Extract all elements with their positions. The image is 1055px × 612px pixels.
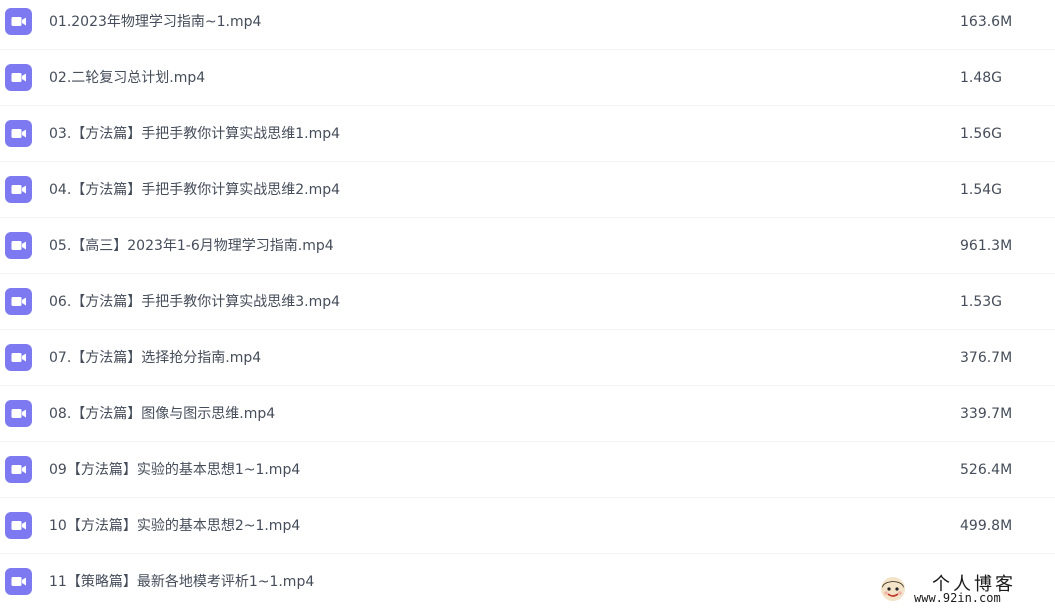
video-icon <box>5 64 32 91</box>
file-name[interactable]: 01.2023年物理学习指南~1.mp4 <box>49 0 261 50</box>
file-row[interactable]: 09【方法篇】实验的基本思想1~1.mp4 526.4M <box>0 442 1055 498</box>
file-row[interactable]: 02.二轮复习总计划.mp4 1.48G <box>0 50 1055 106</box>
watermark: 个人博客 www.92in.com <box>876 570 1046 610</box>
video-icon <box>5 176 32 203</box>
video-icon <box>5 512 32 539</box>
file-size: 163.6M <box>960 14 1013 30</box>
file-name[interactable]: 05.【高三】2023年1-6月物理学习指南.mp4 <box>49 218 334 274</box>
file-name[interactable]: 10【方法篇】实验的基本思想2~1.mp4 <box>49 498 300 554</box>
file-row[interactable]: 05.【高三】2023年1-6月物理学习指南.mp4 961.3M <box>0 218 1055 274</box>
video-icon <box>5 456 32 483</box>
file-name[interactable]: 02.二轮复习总计划.mp4 <box>49 50 205 106</box>
file-size: 376.7M <box>960 350 1013 366</box>
video-icon <box>5 120 32 147</box>
file-row[interactable]: 06.【方法篇】手把手教你计算实战思维3.mp4 1.53G <box>0 274 1055 330</box>
file-row[interactable]: 01.2023年物理学习指南~1.mp4 163.6M <box>0 0 1055 50</box>
video-icon <box>5 344 32 371</box>
file-row[interactable]: 03.【方法篇】手把手教你计算实战思维1.mp4 1.56G <box>0 106 1055 162</box>
file-list: 01.2023年物理学习指南~1.mp4 163.6M 02.二轮复习总计划.mp4… <box>0 0 1055 610</box>
file-size: 1.53G <box>960 294 1003 310</box>
video-icon <box>5 232 32 259</box>
file-size: 1.56G <box>960 126 1003 142</box>
file-name[interactable]: 08.【方法篇】图像与图示思维.mp4 <box>49 386 275 442</box>
file-row[interactable]: 07.【方法篇】选择抢分指南.mp4 376.7M <box>0 330 1055 386</box>
avatar-icon <box>881 577 905 601</box>
file-row[interactable]: 08.【方法篇】图像与图示思维.mp4 339.7M <box>0 386 1055 442</box>
watermark-url: www.92in.com <box>914 591 1001 605</box>
file-size: 526.4M <box>960 462 1013 478</box>
file-name[interactable]: 04.【方法篇】手把手教你计算实战思维2.mp4 <box>49 162 340 218</box>
file-name[interactable]: 09【方法篇】实验的基本思想1~1.mp4 <box>49 442 300 498</box>
file-row[interactable]: 10【方法篇】实验的基本思想2~1.mp4 499.8M <box>0 498 1055 554</box>
file-name[interactable]: 06.【方法篇】手把手教你计算实战思维3.mp4 <box>49 274 340 330</box>
video-icon <box>5 400 32 427</box>
file-name[interactable]: 11【策略篇】最新各地模考评析1~1.mp4 <box>49 554 314 610</box>
file-row[interactable]: 04.【方法篇】手把手教你计算实战思维2.mp4 1.54G <box>0 162 1055 218</box>
file-name[interactable]: 07.【方法篇】选择抢分指南.mp4 <box>49 330 261 386</box>
video-icon <box>5 8 32 35</box>
file-size: 1.54G <box>960 182 1003 198</box>
video-icon <box>5 288 32 315</box>
file-size: 1.48G <box>960 70 1003 86</box>
file-name[interactable]: 03.【方法篇】手把手教你计算实战思维1.mp4 <box>49 106 340 162</box>
video-icon <box>5 568 32 595</box>
file-size: 961.3M <box>960 238 1013 254</box>
file-size: 499.8M <box>960 518 1013 534</box>
file-size: 339.7M <box>960 406 1013 422</box>
